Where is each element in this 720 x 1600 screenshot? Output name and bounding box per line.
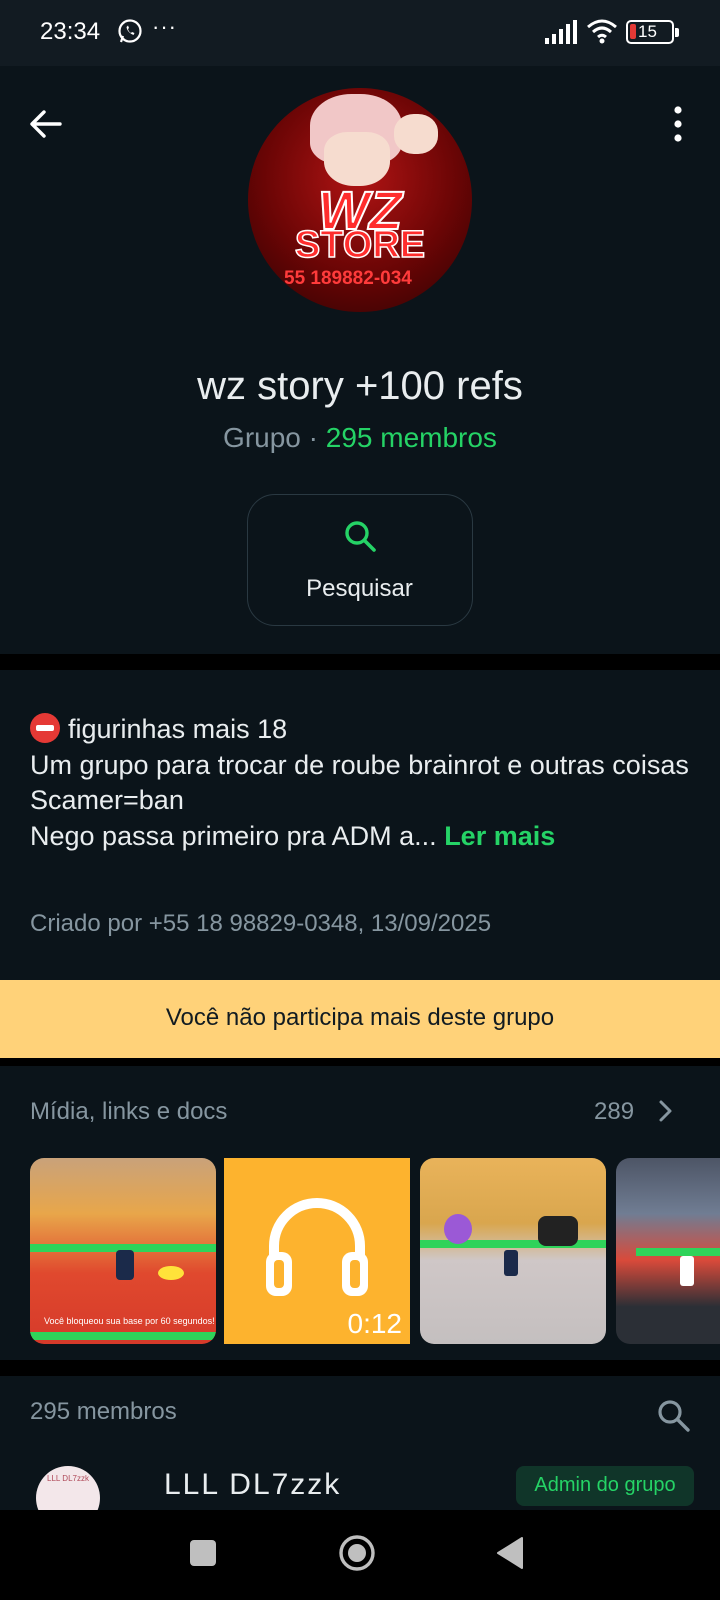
search-label: Pesquisar xyxy=(306,575,413,602)
status-bar: 23:34 ··· 15 xyxy=(0,0,720,66)
member-name: LLL DL7zzk xyxy=(164,1468,342,1501)
thumbnail-caption: Você bloqueou sua base por 60 segundos! xyxy=(44,1316,215,1326)
left-group-banner: Você não participa mais deste grupo xyxy=(0,980,720,1058)
created-by-text: Criado por +55 18 98829-0348, 13/09/2025 xyxy=(30,910,492,937)
admin-badge-label: Admin do grupo xyxy=(534,1474,676,1496)
more-notifications-icon: ··· xyxy=(152,14,177,39)
recents-icon[interactable] xyxy=(190,1540,216,1566)
thumbnail-detail xyxy=(116,1250,134,1280)
system-navigation-bar xyxy=(0,1510,720,1600)
group-description[interactable]: figurinhas mais 18 Um grupo para trocar … xyxy=(0,670,720,970)
thumbnail-detail xyxy=(504,1250,518,1276)
group-info-header: WZ STORE 55 189882-034 wz story +100 ref… xyxy=(0,66,720,654)
audio-thumbnail[interactable]: 0:12 xyxy=(224,1158,410,1344)
section-divider xyxy=(0,1360,720,1376)
audio-duration: 0:12 xyxy=(347,1308,403,1339)
media-thumbnail[interactable]: Você bloqueou sua base por 60 segundos! xyxy=(30,1158,216,1344)
members-section: 295 membros LLL DL7zzk LLL DL7zzk Admin … xyxy=(0,1376,720,1510)
thumbnail-detail xyxy=(420,1240,606,1248)
thumbnail-detail xyxy=(636,1248,720,1256)
signal-icon xyxy=(545,20,577,44)
media-count[interactable]: 289 xyxy=(594,1098,634,1126)
media-section: Mídia, links e docs 289 Você bloqueou su… xyxy=(0,1066,720,1360)
description-line-4: Nego passa primeiro pra ADM a... xyxy=(30,820,445,851)
home-icon[interactable] xyxy=(338,1534,376,1572)
wifi-icon xyxy=(587,19,617,44)
section-divider xyxy=(0,1058,720,1066)
battery-icon: 15 xyxy=(626,20,679,44)
arrow-left-icon[interactable] xyxy=(24,102,68,146)
avatar: LLL DL7zzk xyxy=(36,1466,100,1510)
banner-text: Você não participa mais deste grupo xyxy=(165,1004,555,1031)
avatar-logo-phone: 55 189882-034 xyxy=(284,268,412,289)
thumbnail-detail xyxy=(538,1216,578,1246)
avatar-logo-store: STORE xyxy=(294,223,426,267)
headphones-icon xyxy=(266,1198,368,1296)
description-line-2: Um grupo para trocar de roube brainrot e… xyxy=(30,749,689,780)
thumbnail-detail xyxy=(680,1256,694,1286)
thumbnail-detail xyxy=(158,1266,184,1280)
section-divider xyxy=(0,654,720,670)
member-count-link[interactable]: 295 membros xyxy=(326,422,497,453)
admin-badge: Admin do grupo xyxy=(516,1466,694,1506)
thumbnail-detail xyxy=(30,1332,216,1340)
group-meta: Grupo · 295 membros xyxy=(0,422,720,454)
whatsapp-icon xyxy=(118,19,142,43)
thumbnail-detail xyxy=(444,1214,472,1244)
media-thumbnail[interactable] xyxy=(616,1158,720,1344)
status-time: 23:34 xyxy=(40,18,101,45)
battery-level: 15 xyxy=(638,22,657,41)
search-button[interactable]: Pesquisar xyxy=(247,494,473,626)
back-triangle-icon[interactable] xyxy=(496,1536,526,1570)
group-avatar[interactable]: WZ STORE 55 189882-034 xyxy=(248,88,472,312)
member-row[interactable]: LLL DL7zzk LLL DL7zzk Admin do grupo xyxy=(0,1466,720,1510)
member-avatar-text: LLL DL7zzk xyxy=(47,1474,89,1483)
search-icon[interactable] xyxy=(656,1398,692,1434)
media-title[interactable]: Mídia, links e docs xyxy=(30,1098,227,1126)
more-vertical-icon[interactable] xyxy=(660,102,696,146)
no-entry-icon xyxy=(30,713,60,743)
media-thumbnail[interactable] xyxy=(420,1158,606,1344)
description-text: figurinhas mais 18 Um grupo para trocar … xyxy=(30,712,690,854)
description-line-1: figurinhas mais 18 xyxy=(68,714,288,744)
description-line-3: Scamer=ban xyxy=(30,785,184,815)
read-more-link[interactable]: Ler mais xyxy=(444,821,555,851)
chevron-right-icon[interactable] xyxy=(654,1096,678,1126)
search-icon xyxy=(345,521,376,552)
avatar-character-face xyxy=(324,132,390,186)
members-title: 295 membros xyxy=(30,1398,177,1425)
group-type: Grupo · xyxy=(223,422,326,453)
group-name: wz story +100 refs xyxy=(197,364,523,408)
avatar-character-hand xyxy=(394,114,438,154)
